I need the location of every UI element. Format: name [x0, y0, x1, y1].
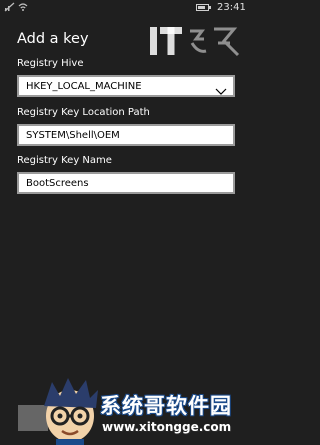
name-input[interactable]: BootScreens	[17, 172, 235, 194]
signal-off-icon	[4, 2, 15, 16]
battery-level	[198, 6, 206, 9]
hive-value: HKEY_LOCAL_MACHINE	[26, 81, 142, 92]
avatar-logo-icon	[38, 376, 102, 445]
hive-label: Registry Hive	[17, 58, 84, 69]
watermark-url: www.xitongge.com	[102, 420, 232, 434]
hive-dropdown[interactable]: HKEY_LOCAL_MACHINE	[17, 75, 235, 97]
path-label: Registry Key Location Path	[17, 107, 150, 118]
path-input[interactable]: SYSTEM\Shell\OEM	[17, 124, 235, 146]
chevron-down-icon	[215, 81, 227, 95]
status-bar: 23:41	[0, 0, 251, 16]
path-value: SYSTEM\Shell\OEM	[26, 130, 120, 141]
watermark-bottom: 系统哥软件园 www.xitongge.com	[38, 376, 251, 445]
watermark-logo	[148, 21, 245, 63]
name-value: BootScreens	[26, 178, 89, 189]
wifi-icon	[18, 2, 28, 16]
watermark-title: 系统哥软件园	[100, 394, 232, 418]
status-time: 23:41	[217, 2, 246, 13]
name-label: Registry Key Name	[17, 155, 112, 166]
page-title: Add a key	[17, 31, 89, 47]
battery-icon	[196, 4, 211, 11]
